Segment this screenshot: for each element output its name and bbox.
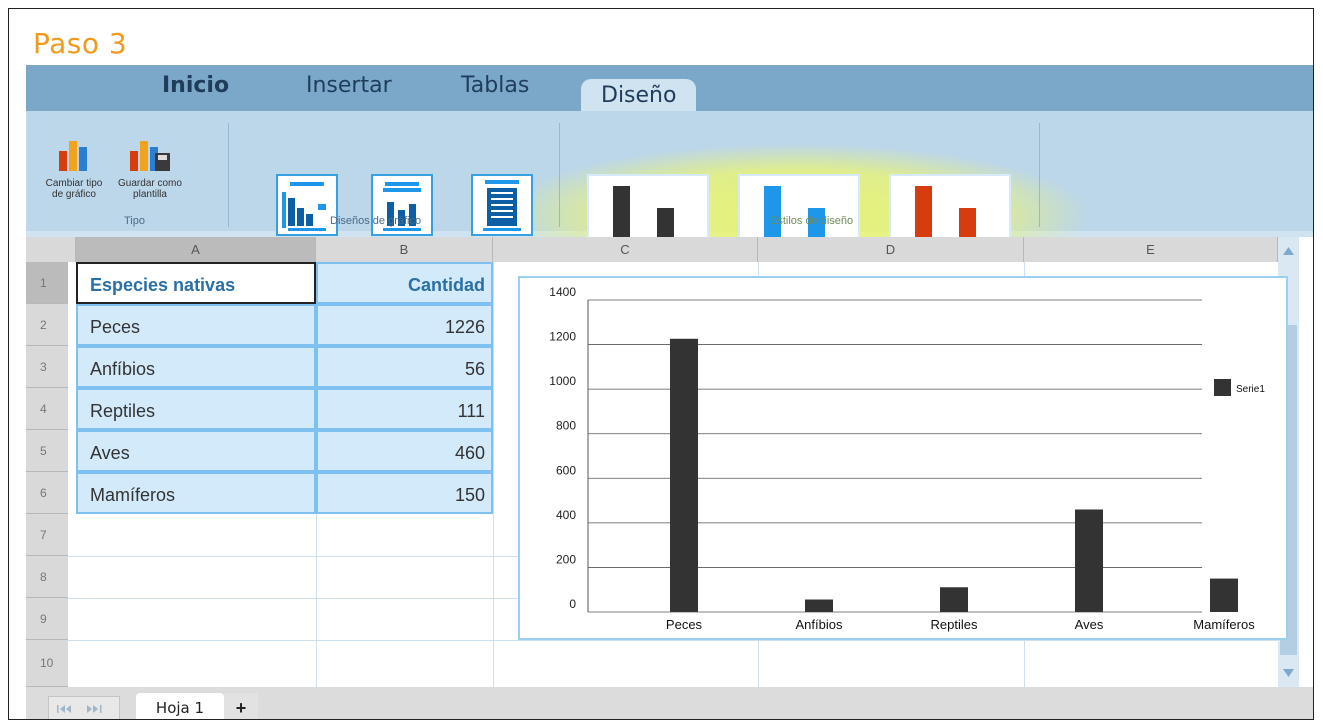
y-tick-label: 800	[556, 419, 576, 433]
ribbon-separator	[559, 123, 560, 227]
save-as-template-label: Guardar como plantilla	[118, 178, 182, 200]
row-header[interactable]: 3	[26, 346, 68, 388]
layout-1-icon	[282, 182, 326, 231]
column-header-a[interactable]: A	[76, 237, 316, 262]
layout-3-icon	[483, 180, 521, 231]
cell-b1[interactable]: Cantidad	[316, 262, 493, 304]
ribbon-separator	[228, 123, 229, 227]
tab-tablas[interactable]: Tablas	[461, 73, 529, 98]
cell-a1[interactable]: Especies nativas	[76, 262, 316, 304]
x-tick-label: Peces	[666, 617, 703, 632]
grid-line	[493, 262, 494, 687]
row-header[interactable]: 5	[26, 430, 68, 472]
y-tick-label: 1200	[549, 330, 576, 344]
row-header[interactable]: 9	[26, 598, 68, 640]
cell-count[interactable]: 56	[316, 346, 493, 388]
cell-species[interactable]: Aves	[76, 430, 316, 472]
menu-tab-bar: Inicio Insertar Tablas Diseño	[26, 65, 1313, 117]
select-all-corner[interactable]	[26, 237, 76, 262]
group-label-estilos: Estilos de diseño	[770, 215, 854, 227]
x-tick-label: Reptiles	[931, 617, 978, 632]
y-tick-label: 600	[556, 463, 576, 477]
y-tick-label: 1000	[549, 374, 576, 388]
ribbon-separator	[1039, 123, 1040, 227]
chart-layout-1[interactable]	[276, 174, 338, 236]
bar-peces	[670, 338, 698, 612]
row-header[interactable]: 4	[26, 388, 68, 430]
group-label-tipo: Tipo	[124, 215, 145, 227]
cell-species[interactable]: Anfíbios	[76, 346, 316, 388]
y-tick-label: 1400	[549, 285, 576, 299]
x-tick-label: Mamíferos	[1193, 617, 1255, 632]
row-header[interactable]: 7	[26, 514, 68, 556]
bar-anfíbios	[805, 599, 833, 612]
sheet-tab-bar: Hoja 1 +	[26, 687, 1313, 719]
bar-reptiles	[940, 587, 968, 612]
style-red-bar	[915, 186, 932, 242]
style-dark-bar	[613, 186, 630, 242]
change-chart-type-button[interactable]: Cambiar tipo de gráfico	[40, 139, 108, 200]
add-sheet-button[interactable]: +	[224, 693, 258, 719]
cell-species[interactable]: Mamíferos	[76, 472, 316, 514]
page-frame: Paso 3 Inicio Insertar Tablas Diseño Cam…	[8, 8, 1314, 720]
row-header[interactable]: 10	[26, 640, 68, 687]
column-header-e[interactable]: E	[1024, 237, 1278, 262]
tab-insertar[interactable]: Insertar	[306, 73, 392, 98]
spreadsheet-app: Inicio Insertar Tablas Diseño Cambiar ti…	[26, 65, 1313, 719]
bar-mamíferos	[1210, 578, 1238, 612]
save-as-template-button[interactable]: Guardar como plantilla	[110, 139, 190, 200]
cell-species[interactable]: Peces	[76, 304, 316, 346]
tab-inicio[interactable]: Inicio	[162, 73, 229, 98]
cell-count[interactable]: 1226	[316, 304, 493, 346]
sheet-tab-hoja1[interactable]: Hoja 1	[136, 693, 224, 719]
row-header[interactable]: 6	[26, 472, 68, 514]
cell-count[interactable]: 460	[316, 430, 493, 472]
scroll-up-icon[interactable]	[1278, 243, 1299, 259]
chart-svg: 0 200 400 600 800 1000 1200 1400 Peces Anfíbios Re…	[549, 285, 1265, 632]
bar-aves	[1075, 509, 1103, 612]
y-tick-label: 400	[556, 508, 576, 522]
column-header-d[interactable]: D	[758, 237, 1024, 262]
change-chart-type-label: Cambiar tipo de gráfico	[45, 178, 103, 200]
bar-chart-icon	[59, 141, 87, 171]
column-header-b[interactable]: B	[316, 237, 493, 262]
scroll-down-icon[interactable]	[1278, 665, 1299, 681]
column-header-c[interactable]: C	[493, 237, 758, 262]
cell-count[interactable]: 150	[316, 472, 493, 514]
embedded-chart[interactable]: 0 200 400 600 800 1000 1200 1400 Peces Anfíbios Re…	[518, 276, 1288, 640]
row-header[interactable]: 2	[26, 304, 68, 346]
x-tick-label: Anfíbios	[796, 617, 843, 632]
style-blue-bar	[764, 186, 781, 242]
y-tick-label: 0	[569, 597, 576, 611]
save-template-icon	[130, 141, 170, 171]
legend-label: Serie1	[1236, 384, 1265, 395]
row-header[interactable]: 1	[26, 262, 68, 304]
x-tick-label: Aves	[1075, 617, 1104, 632]
cell-species[interactable]: Reptiles	[76, 388, 316, 430]
ribbon: Cambiar tipo de gráfico Guardar como pla…	[26, 111, 1313, 285]
sheet-nav-controls[interactable]	[48, 696, 120, 719]
cell-count[interactable]: 111	[316, 388, 493, 430]
sheet-nav-arrows-icon	[57, 705, 102, 713]
legend-swatch	[1214, 379, 1231, 396]
step-title: Paso 3	[33, 27, 128, 60]
group-label-disenos: Diseños de gráfico	[330, 215, 422, 227]
y-tick-label: 200	[556, 552, 576, 566]
chart-layout-3[interactable]	[471, 174, 533, 236]
row-header[interactable]: 8	[26, 556, 68, 598]
